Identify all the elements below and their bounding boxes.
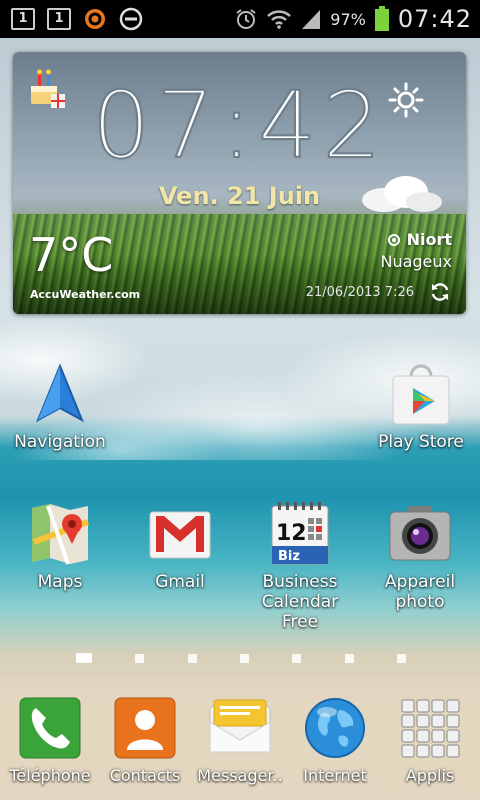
page-dot-7[interactable] [396, 653, 406, 663]
weather-condition: Nuageux [380, 252, 452, 271]
page-dot-6[interactable] [344, 653, 354, 663]
label-line2: Calendar Free [261, 592, 339, 632]
sim1-icon: 1 [10, 7, 36, 31]
app-maps[interactable]: Maps [5, 502, 115, 592]
app-navigation[interactable]: Navigation [5, 362, 115, 452]
current-temperature: 7°C [29, 228, 114, 282]
page-dot-5[interactable] [292, 653, 302, 663]
camera-icon [388, 502, 452, 566]
sim2-label: 1 [47, 8, 71, 30]
gmail-envelope-icon [148, 502, 212, 566]
calendar-biz-label: Biz [278, 549, 300, 564]
status-clock: 07:42 [397, 5, 472, 33]
app-gmail[interactable]: Gmail [125, 502, 235, 592]
dock-contacts[interactable]: Contacts [90, 696, 200, 786]
weather-clock-widget[interactable]: 07:42 Ven. 21 Juin 7°C AccuWeather.com N… [13, 52, 466, 314]
status-right: 97% 07:42 [234, 0, 472, 38]
app-label: Maps [37, 572, 83, 592]
app-label: Messager.. [197, 766, 283, 785]
calendar-day-number: 12 [276, 521, 307, 546]
page-dot-4[interactable] [239, 653, 249, 663]
navigation-arrow-icon [28, 362, 92, 426]
last-updated: 21/06/2013 7:26 [305, 285, 414, 300]
do-not-disturb-icon [118, 7, 144, 31]
page-dot-2[interactable] [135, 653, 145, 663]
app-label: Navigation [14, 432, 106, 452]
app-label: Gmail [155, 572, 205, 592]
app-label: Appareil photo [365, 572, 475, 612]
battery-icon [374, 6, 389, 31]
page-dot-1[interactable] [76, 653, 92, 663]
dock-internet[interactable]: Internet [280, 696, 390, 786]
dock: Téléphone Contacts Messager.. Internet A… [0, 676, 480, 800]
phone-icon [18, 696, 82, 760]
refresh-icon[interactable] [428, 280, 452, 304]
app-label: Business Calendar Free [244, 572, 356, 632]
app-label: Contacts [109, 766, 181, 785]
app-camera[interactable]: Appareil photo [365, 502, 475, 612]
app-label: Internet [303, 766, 367, 785]
dock-messages[interactable]: Messager.. [185, 696, 295, 786]
cloudy-weather-icon [362, 176, 442, 212]
alarm-icon [236, 9, 256, 29]
sim2-icon: 1 [46, 7, 72, 31]
maps-icon [28, 502, 92, 566]
label-line2: photo [395, 592, 445, 612]
app-label: Play Store [378, 432, 464, 452]
app-play-store[interactable]: Play Store [366, 362, 476, 452]
page-dot-3[interactable] [187, 653, 197, 663]
wifi-icon [267, 10, 292, 29]
alarm-settings-icon[interactable] [388, 82, 424, 118]
apps-grid-icon [398, 696, 462, 760]
messages-envelope-icon [208, 696, 272, 760]
sim1-label: 1 [11, 8, 35, 30]
label-line1: Business [262, 572, 338, 592]
status-bar: 1 1 97% 07:42 [0, 0, 480, 38]
location-target-icon [387, 233, 400, 246]
app-business-calendar[interactable]: 12 Biz Business Calendar Free [244, 502, 356, 632]
city-name: Niort [406, 230, 452, 249]
page-indicator[interactable] [76, 652, 406, 664]
accuweather-logo[interactable]: AccuWeather.com [30, 288, 140, 301]
contacts-icon [113, 696, 177, 760]
battery-percent: 97% [330, 9, 366, 29]
dock-apps[interactable]: Applis [375, 696, 480, 786]
calendar-icon: 12 Biz [268, 502, 332, 566]
signal-icon [302, 10, 321, 29]
label-line1: Appareil [384, 572, 456, 592]
app-label: Applis [405, 766, 455, 785]
globe-icon [303, 696, 367, 760]
play-store-bag-icon [389, 362, 453, 426]
sync-icon [82, 7, 108, 31]
location[interactable]: Niort [387, 230, 452, 249]
